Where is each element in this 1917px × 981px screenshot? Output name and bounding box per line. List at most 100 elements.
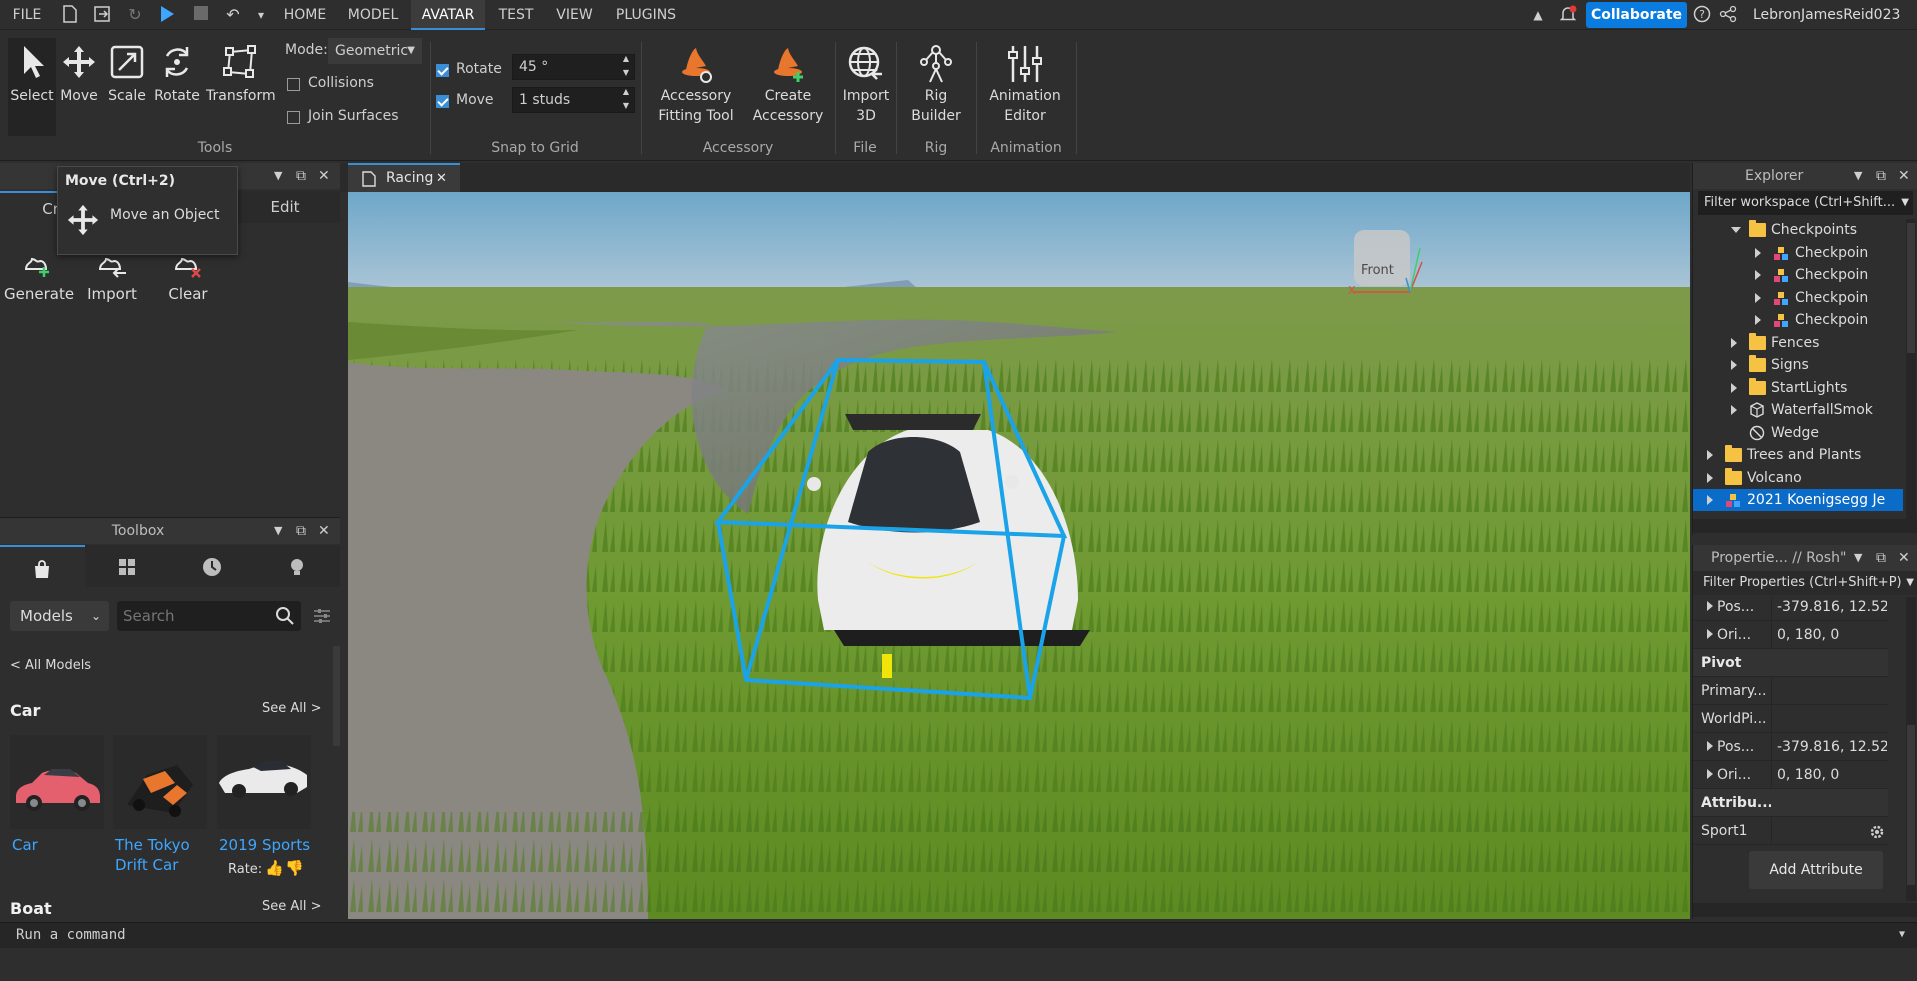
expand-arrow-icon[interactable] (1731, 405, 1737, 415)
document-tab-racing[interactable]: Racing ✕ (348, 163, 460, 192)
tab-recent[interactable] (170, 545, 255, 587)
close-icon[interactable]: ✕ (318, 163, 330, 189)
thumbs-up-icon[interactable]: 👍 (265, 859, 284, 877)
collapse-arrow-icon[interactable] (1731, 227, 1741, 233)
chevron-down-icon[interactable]: ▼ (1854, 163, 1862, 189)
share-icon[interactable] (1718, 5, 1738, 25)
expand-arrow-icon[interactable] (1731, 382, 1737, 393)
chevron-down-icon[interactable]: ▾ (251, 5, 271, 25)
chevron-down-icon[interactable]: ▼ (274, 163, 282, 189)
chevron-down-icon[interactable]: ▼ (274, 518, 282, 544)
explorer-hscrollbar[interactable] (1693, 519, 1917, 533)
help-icon[interactable]: ? (1692, 5, 1712, 25)
stepper-icon[interactable]: ▲ ▼ (623, 52, 629, 80)
chevron-down-icon[interactable]: ▼ (1899, 923, 1905, 947)
notifications-icon[interactable] (1558, 5, 1578, 25)
property-row[interactable]: Ori... 0, 180, 0 (1693, 761, 1888, 789)
property-row[interactable]: Pos... -379.816, 12.524... (1693, 733, 1888, 761)
transform-tool-button[interactable]: Transform (206, 44, 276, 104)
close-icon[interactable]: ✕ (436, 165, 447, 192)
undock-icon[interactable]: ⧉ (296, 163, 306, 189)
expand-arrow-icon[interactable] (1731, 360, 1737, 370)
move-snap-checkbox[interactable] (436, 95, 449, 108)
tab-marketplace[interactable] (0, 545, 85, 587)
item-name[interactable]: The Tokyo Drift Car (115, 835, 215, 875)
rotate-snap-input[interactable]: 45 ° ▲ ▼ (512, 54, 635, 80)
collisions-checkbox[interactable] (287, 78, 300, 91)
collaborate-button[interactable]: Collaborate (1586, 2, 1687, 28)
see-all-car-link[interactable]: See All > (262, 701, 322, 716)
property-section-pivot[interactable]: Pivot (1693, 649, 1888, 677)
search-icon[interactable] (275, 606, 295, 626)
expand-icon[interactable] (1707, 769, 1713, 779)
tree-item[interactable]: Trees and Plants (1693, 444, 1903, 466)
3d-viewport[interactable]: Front X (348, 192, 1690, 919)
gear-icon[interactable] (1869, 824, 1885, 840)
move-tool-button[interactable]: Move (56, 44, 102, 104)
import-terrain-button[interactable]: Import (78, 247, 146, 303)
filter-settings-icon[interactable] (313, 608, 331, 624)
tab-test[interactable]: TEST (493, 0, 539, 30)
rig-builder-button[interactable]: Rig Builder (902, 44, 970, 126)
tree-item[interactable]: WaterfallSmok (1693, 399, 1903, 421)
property-section-attributes[interactable]: Attribu... (1693, 789, 1888, 817)
expand-arrow-icon[interactable] (1755, 315, 1761, 325)
tree-item[interactable]: Signs (1693, 354, 1903, 376)
expand-icon[interactable] (1707, 629, 1713, 639)
expand-arrow-icon[interactable] (1707, 450, 1713, 460)
tree-item[interactable]: Checkpoin (1693, 309, 1903, 331)
select-tool-button[interactable]: Select (8, 44, 56, 104)
item-name[interactable]: 2019 Sports (219, 835, 319, 855)
search-input[interactable] (123, 603, 273, 629)
generate-terrain-button[interactable]: Generate (4, 247, 74, 303)
publish-icon[interactable] (93, 5, 113, 25)
item-name[interactable]: Car (12, 835, 112, 855)
expand-arrow-icon[interactable] (1731, 337, 1737, 348)
property-value[interactable]: 0, 180, 0 (1777, 761, 1887, 789)
property-row[interactable]: Pos... -379.816, 12.524... (1693, 597, 1888, 621)
all-models-link[interactable]: < All Models (10, 658, 91, 673)
mode-dropdown[interactable]: Geometric ▼ (328, 38, 422, 64)
chevron-down-icon[interactable]: ▼ (1854, 545, 1863, 571)
close-icon[interactable]: ✕ (1898, 545, 1910, 571)
rotate-tool-button[interactable]: Rotate (153, 44, 201, 104)
toolbox-scrollbar[interactable] (333, 646, 340, 746)
tree-item[interactable]: Checkpoints (1693, 219, 1903, 241)
tab-avatar[interactable]: AVATAR (411, 0, 485, 30)
tab-view[interactable]: VIEW (552, 0, 597, 30)
expand-icon[interactable] (1707, 601, 1713, 611)
file-menu[interactable]: FILE (6, 0, 48, 30)
stepper-icon[interactable]: ▲ ▼ (623, 85, 629, 113)
tree-item[interactable]: 2021 Koenigsegg Je (1693, 489, 1903, 511)
properties-hscrollbar[interactable] (1693, 903, 1917, 917)
explorer-scroll-thumb[interactable] (1907, 223, 1915, 353)
close-icon[interactable]: ✕ (1898, 163, 1910, 189)
animation-editor-button[interactable]: Animation Editor (980, 44, 1070, 126)
expand-arrow-icon[interactable] (1707, 472, 1713, 483)
chevron-up-icon[interactable]: ▲ (1528, 5, 1548, 25)
tree-item[interactable]: StartLights (1693, 377, 1903, 399)
tab-home[interactable]: HOME (277, 0, 333, 30)
tree-item[interactable]: Checkpoin (1693, 264, 1903, 286)
undock-icon[interactable]: ⧉ (1876, 163, 1886, 189)
properties-filter-input[interactable]: Filter Properties (Ctrl+Shift+P) ▼ (1693, 571, 1917, 595)
property-value[interactable]: -379.816, 12.524... (1777, 733, 1887, 761)
expand-arrow-icon[interactable] (1755, 292, 1761, 303)
import-3d-button[interactable]: Import 3D (838, 44, 894, 126)
see-all-boat-link[interactable]: See All > (262, 899, 322, 914)
tree-item[interactable]: Checkpoin (1693, 287, 1903, 309)
tab-plugins[interactable]: PLUGINS (612, 0, 680, 30)
tree-item[interactable]: Volcano (1693, 467, 1903, 489)
join-surfaces-checkbox[interactable] (287, 111, 300, 124)
property-value[interactable]: 0, 180, 0 (1777, 621, 1887, 649)
expand-arrow-icon[interactable] (1755, 247, 1761, 258)
command-bar[interactable]: Run a command ▼ (0, 922, 1917, 948)
tab-model[interactable]: MODEL (343, 0, 403, 30)
stop-icon[interactable] (191, 5, 211, 25)
property-row[interactable]: Primary... (1693, 677, 1888, 705)
create-accessory-button[interactable]: Create Accessory (744, 44, 832, 126)
scale-tool-button[interactable]: Scale (104, 44, 150, 104)
rotate-snap-checkbox[interactable] (436, 64, 449, 77)
tab-edit[interactable]: Edit (230, 191, 340, 223)
undock-icon[interactable]: ⧉ (1876, 545, 1886, 571)
